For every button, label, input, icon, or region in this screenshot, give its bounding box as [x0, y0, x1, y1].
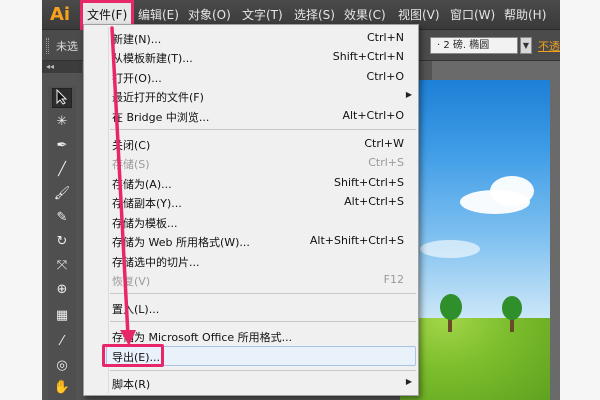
menu-item-save: 存储(S) Ctrl+S [112, 156, 404, 171]
perspective-grid-icon[interactable]: ▦ [52, 306, 72, 326]
tree-top [440, 294, 462, 320]
menu-item-save-selected-slices[interactable]: 存储选中的切片... [84, 251, 420, 271]
menu-separator [110, 321, 416, 322]
menu-separator [110, 370, 416, 371]
hand-tool-icon[interactable]: ✋ [52, 378, 72, 398]
menu-item-place[interactable]: 置入(L)... [84, 298, 420, 318]
menu-separator [110, 129, 416, 130]
outer-frame-left [0, 0, 42, 400]
menu-help[interactable]: 帮助(H) [504, 0, 546, 30]
control-bar-grip-icon[interactable] [46, 38, 49, 54]
grass-field [400, 318, 550, 400]
opacity-link[interactable]: 不透 [538, 38, 560, 54]
menu-item-new-from-template[interactable]: 从模板新建(T)... Shift+Ctrl+N [84, 47, 420, 67]
tools-panel-header[interactable]: ◂◂ [42, 61, 82, 73]
menu-separator [110, 293, 416, 294]
width-tool-icon[interactable]: ⤧ [52, 256, 72, 276]
menu-item-save-as[interactable]: 存储为(A)... Shift+Ctrl+S [84, 173, 420, 193]
menu-item-close[interactable]: 关闭(C) Ctrl+W [84, 134, 420, 154]
cloud-shape [490, 176, 534, 206]
chevron-down-icon[interactable]: ▼ [520, 37, 532, 54]
blob-brush-icon[interactable]: ✎ [52, 208, 72, 228]
eyedropper-icon[interactable]: ⁄ [52, 332, 72, 352]
paintbrush-icon[interactable]: 🖌 [52, 184, 72, 204]
file-menu-dropdown: 新建(N)... Ctrl+N 从模板新建(T)... Shift+Ctrl+N 打… [83, 24, 419, 396]
menu-window[interactable]: 窗口(W) [450, 0, 495, 30]
outer-frame-right [560, 0, 600, 400]
symbol-sprayer-icon[interactable]: ◎ [52, 356, 72, 376]
menu-item-save-copy[interactable]: 存储副本(Y)... Alt+Ctrl+S [84, 192, 420, 212]
selection-status: 未选 [56, 40, 78, 53]
menu-item-scripts[interactable]: 脚本(R) ▶ [84, 373, 420, 393]
tree-top [502, 296, 522, 320]
line-tool-icon[interactable]: ╱ [52, 160, 72, 180]
brush-definition-select[interactable]: · 2 磅. 椭圆 [430, 37, 518, 54]
tools-panel: ✳ ✒ ╱ 🖌 ✎ ↻ ⤧ ⊕ ▦ ⁄ ◎ ✋ [48, 86, 76, 400]
submenu-arrow-icon: ▶ [405, 90, 412, 99]
submenu-arrow-icon: ▶ [405, 377, 412, 386]
magic-wand-icon[interactable]: ✳ [52, 112, 72, 132]
menu-item-save-as-template[interactable]: 存储为模板... [84, 212, 420, 232]
menu-item-save-for-office[interactable]: 存储为 Microsoft Office 所用格式... [84, 326, 420, 346]
menu-item-save-for-web[interactable]: 存储为 Web 所用格式(W)... Alt+Shift+Ctrl+S [84, 231, 420, 251]
artboard-image[interactable] [400, 80, 550, 400]
menu-item-revert: 恢复(V) F12 [112, 273, 404, 288]
menu-item-new[interactable]: 新建(N)... Ctrl+N [84, 28, 420, 48]
pen-tool-icon[interactable]: ✒ [52, 136, 72, 156]
export-highlight-box [102, 344, 164, 367]
cloud-shape [420, 240, 480, 258]
shape-builder-icon[interactable]: ⊕ [52, 280, 72, 300]
menu-item-open[interactable]: 打开(O)... Ctrl+O [84, 67, 420, 87]
app-logo: Ai [50, 4, 71, 25]
menu-item-browse-in-bridge[interactable]: 在 Bridge 中浏览... Alt+Ctrl+O [84, 106, 420, 126]
selection-tool-icon[interactable] [52, 88, 72, 108]
rotate-tool-icon[interactable]: ↻ [52, 232, 72, 252]
menu-item-recent-files[interactable]: 最近打开的文件(F) ▶ [84, 86, 420, 106]
